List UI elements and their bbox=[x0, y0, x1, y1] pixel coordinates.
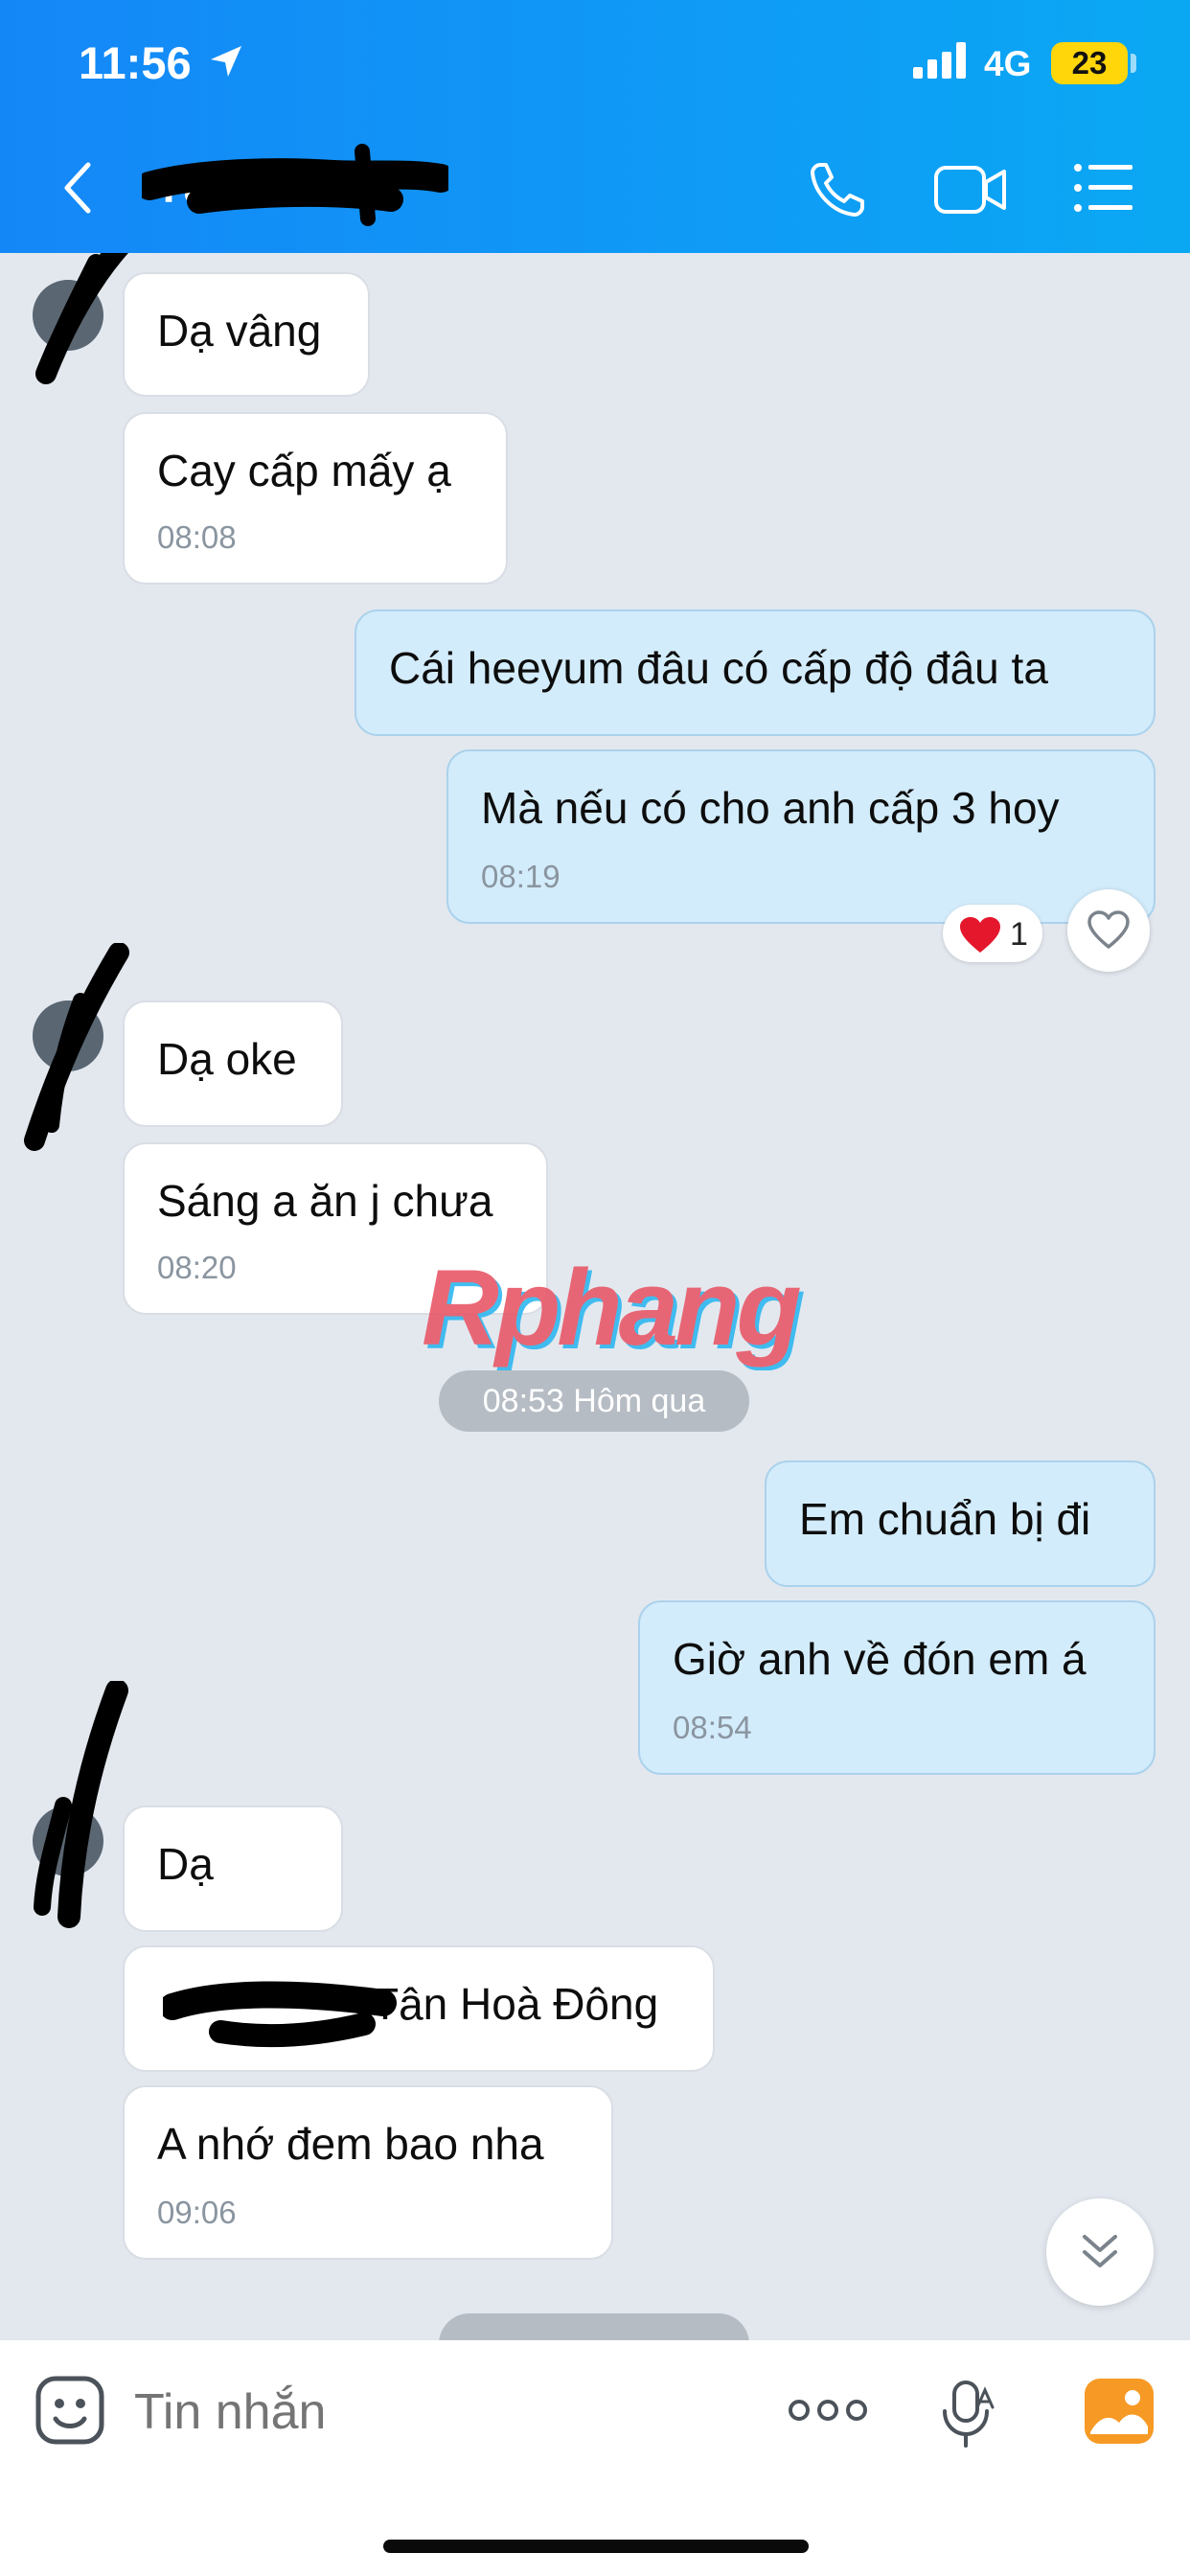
battery-level: 23 bbox=[1051, 42, 1128, 84]
message-text: Tân Hoà Đông bbox=[372, 1979, 659, 2029]
time-divider bbox=[439, 2313, 749, 2340]
location-arrow-icon bbox=[211, 46, 241, 77]
message-text: Dạ bbox=[157, 1839, 214, 1889]
battery-cap bbox=[1131, 54, 1136, 73]
more-options-icon[interactable] bbox=[788, 2394, 868, 2426]
message-text: Em chuẩn bị đi bbox=[799, 1494, 1091, 1544]
message-input[interactable] bbox=[134, 2379, 728, 2446]
message-text: A nhớ đem bao nha bbox=[157, 2119, 544, 2169]
heart-outline-icon bbox=[1087, 910, 1130, 949]
message-bubble[interactable]: Dạ oke bbox=[123, 1000, 343, 1127]
back-arrow-icon[interactable] bbox=[59, 159, 98, 217]
voice-message-icon[interactable] bbox=[939, 2379, 996, 2450]
message-text: Dạ vâng bbox=[157, 306, 322, 356]
message-bubble[interactable]: Dạ bbox=[123, 1806, 343, 1932]
sticker-icon[interactable] bbox=[34, 2375, 105, 2446]
network-type: 4G bbox=[984, 44, 1032, 83]
reaction-count: 1 bbox=[1010, 916, 1028, 953]
message-time: 08:54 bbox=[673, 1710, 752, 1745]
redaction-scribble bbox=[24, 943, 129, 1151]
message-time: 09:06 bbox=[157, 2195, 237, 2230]
composer-bar bbox=[0, 2340, 1190, 2576]
message-bubble[interactable]: Giờ anh về đón em á 08:54 bbox=[638, 1600, 1156, 1775]
message-text: Mà nếu có cho anh cấp 3 hoy bbox=[481, 783, 1060, 833]
message-bubble[interactable]: Em chuẩn bị đi bbox=[765, 1460, 1156, 1587]
time-divider: 08:53 Hôm qua bbox=[439, 1370, 749, 1432]
message-bubble[interactable]: Tân Hoà Đông bbox=[123, 1945, 715, 2072]
message-text: Giờ anh về đón em á bbox=[673, 1634, 1087, 1684]
phone-call-icon[interactable] bbox=[807, 159, 868, 220]
message-bubble[interactable]: Mà nếu có cho anh cấp 3 hoy 08:19 bbox=[446, 749, 1156, 924]
video-call-icon[interactable] bbox=[933, 163, 1008, 217]
message-time: 08:20 bbox=[157, 1250, 237, 1285]
message-text: Dạ oke bbox=[157, 1034, 297, 1084]
message-bubble[interactable]: Cái heeyum đâu có cấp độ đâu ta bbox=[355, 610, 1156, 736]
list-menu-icon[interactable] bbox=[1073, 163, 1134, 213]
photo-gallery-icon[interactable] bbox=[1083, 2377, 1156, 2446]
home-indicator bbox=[383, 2540, 809, 2553]
redaction-scribble bbox=[163, 1981, 397, 2048]
message-list[interactable]: Dạ vâng Cay cấp mấy ạ 08:08 Cái heeyum đ… bbox=[0, 253, 1190, 2340]
status-time: 11:56 bbox=[79, 37, 192, 88]
double-chevron-down-icon bbox=[1083, 2235, 1117, 2267]
message-bubble[interactable]: A nhớ đem bao nha 09:06 bbox=[123, 2085, 613, 2260]
signal-icon bbox=[913, 42, 966, 79]
message-text: Sáng a ăn j chưa bbox=[157, 1176, 493, 1226]
message-text: Cay cấp mấy ạ bbox=[157, 446, 451, 495]
message-text: Cái heeyum đâu có cấp độ đâu ta bbox=[389, 643, 1048, 693]
message-bubble[interactable]: Dạ vâng bbox=[123, 272, 370, 397]
chat-header: 11:56 4G 23 Tú bbox=[0, 0, 1190, 253]
watermark: Rphang bbox=[422, 1248, 802, 1368]
like-button[interactable] bbox=[1067, 889, 1150, 972]
scroll-to-bottom-button[interactable] bbox=[1046, 2198, 1154, 2306]
message-bubble[interactable]: Cay cấp mấy ạ 08:08 bbox=[123, 412, 508, 585]
message-time: 08:19 bbox=[481, 859, 561, 894]
redaction-scribble bbox=[142, 144, 448, 226]
heart-icon bbox=[960, 917, 1000, 953]
message-time: 08:08 bbox=[157, 519, 237, 555]
reaction-badge[interactable]: 1 bbox=[943, 905, 1042, 962]
